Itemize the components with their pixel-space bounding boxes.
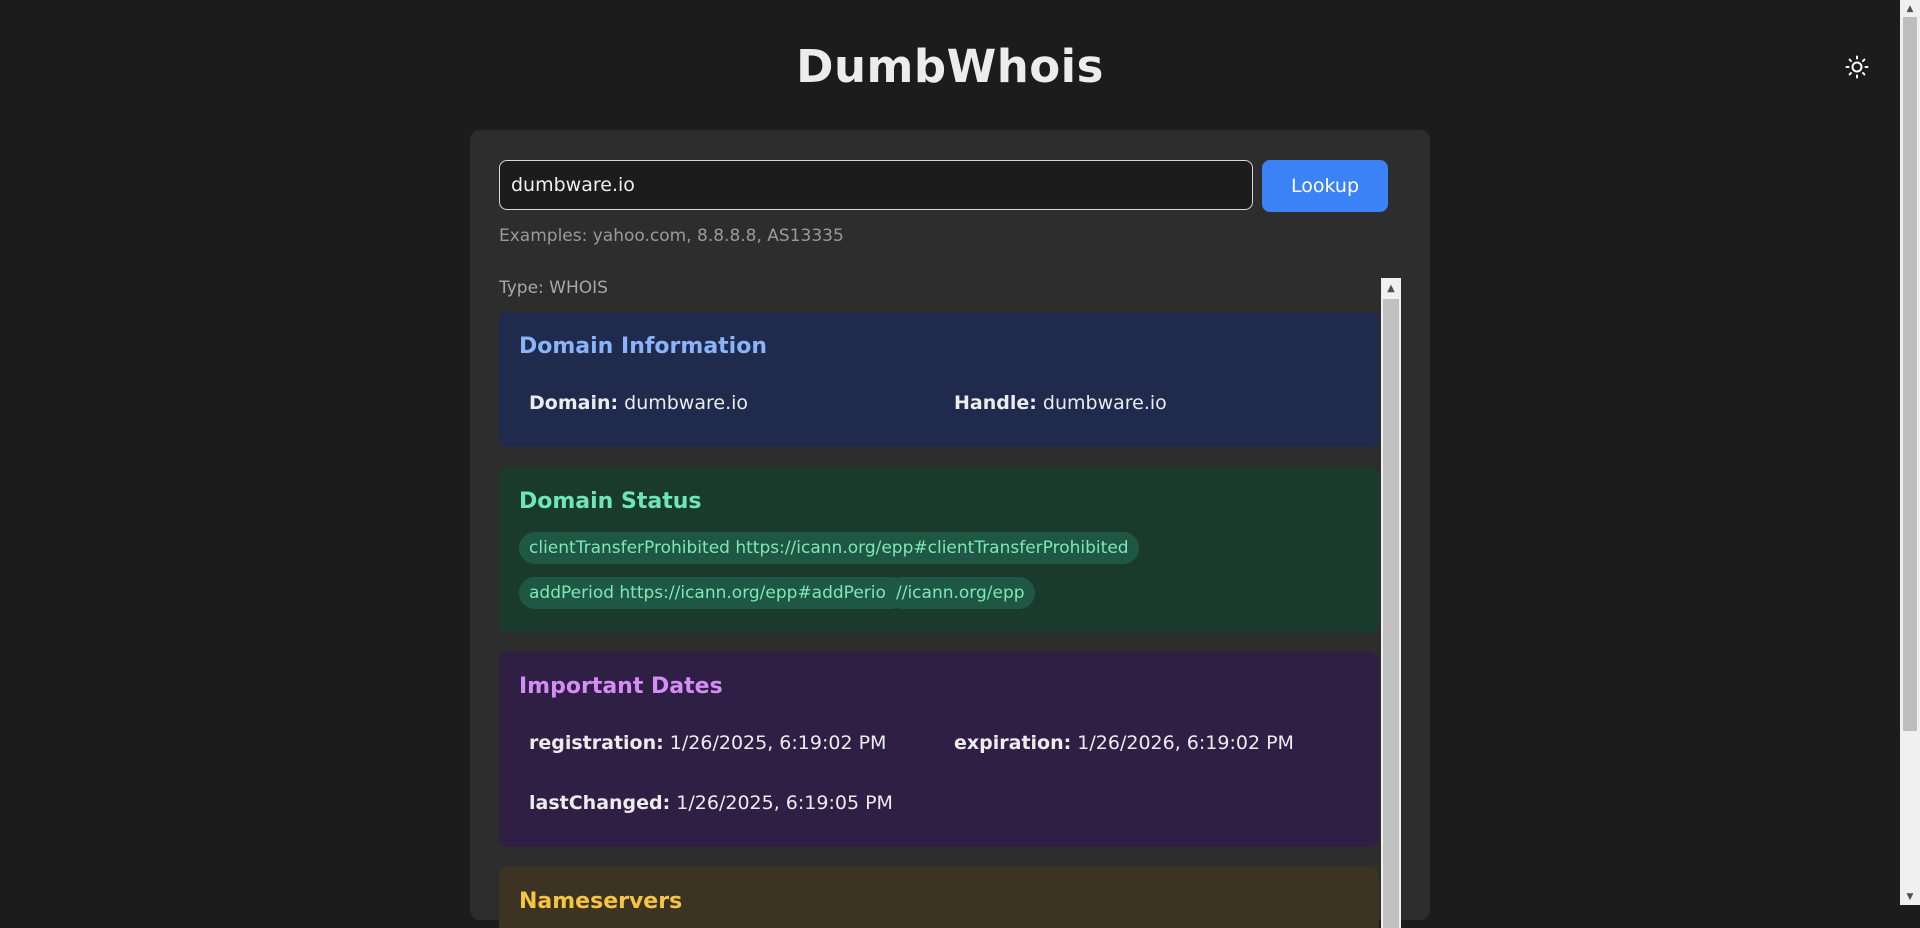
domain-field: Domain: dumbware.io [529, 392, 748, 414]
field-value: 1/26/2025, 6:19:02 PM [669, 732, 887, 754]
section-title: Domain Information [519, 334, 767, 359]
domain-status-section: Domain Status clientTransferProhibited h… [499, 467, 1379, 633]
lookup-button[interactable]: Lookup [1262, 160, 1388, 212]
page-scrollbar-thumb[interactable] [1903, 17, 1917, 731]
field-label: Domain: [529, 392, 619, 414]
app-title: DumbWhois [796, 40, 1104, 93]
status-badge: //icann.org/epp [886, 577, 1035, 609]
field-value: 1/26/2025, 6:19:05 PM [676, 792, 893, 814]
field-value: dumbware.io [624, 392, 749, 414]
scroll-up-arrow-icon[interactable]: ▲ [1381, 278, 1401, 298]
results-scrollbar[interactable]: ▲ [1381, 278, 1401, 928]
status-badge: clientTransferProhibited https://icann.o… [519, 532, 1139, 564]
scroll-up-arrow-icon[interactable]: ▲ [1900, 0, 1920, 17]
section-title: Domain Status [519, 489, 702, 514]
expiration-field: expiration: 1/26/2026, 6:19:02 PM [954, 732, 1294, 754]
results-panel[interactable]: Type: WHOIS Domain Information Domain: d… [499, 278, 1401, 928]
registration-field: registration: 1/26/2025, 6:19:02 PM [529, 732, 886, 754]
search-row: Lookup [499, 160, 1388, 212]
field-label: registration: [529, 732, 664, 754]
handle-field: Handle: dumbware.io [954, 392, 1167, 414]
status-badge: addPeriod https://icann.org/epp#addPerio… [519, 577, 907, 609]
result-type-label: Type: WHOIS [499, 278, 608, 298]
theme-toggle-button[interactable] [1840, 50, 1874, 84]
lookup-card: Lookup Examples: yahoo.com, 8.8.8.8, AS1… [470, 130, 1430, 928]
field-value: dumbware.io [1042, 392, 1167, 414]
field-label: expiration: [954, 732, 1072, 754]
page-scrollbar[interactable]: ▲ ▼ [1900, 0, 1920, 905]
sun-icon [1845, 55, 1869, 79]
last-changed-field: lastChanged: 1/26/2025, 6:19:05 PM [529, 792, 893, 814]
field-label: Handle: [954, 392, 1037, 414]
nameservers-section: Nameservers [499, 867, 1379, 928]
scroll-down-arrow-icon[interactable]: ▼ [1900, 888, 1920, 905]
domain-information-section: Domain Information Domain: dumbware.io H… [499, 312, 1379, 447]
search-input[interactable] [499, 160, 1253, 210]
important-dates-section: Important Dates registration: 1/26/2025,… [499, 652, 1379, 847]
section-title: Important Dates [519, 674, 723, 699]
examples-hint: Examples: yahoo.com, 8.8.8.8, AS13335 [499, 226, 844, 246]
field-value: 1/26/2026, 6:19:02 PM [1077, 732, 1294, 754]
scrollbar-thumb[interactable] [1383, 299, 1399, 928]
section-title: Nameservers [519, 889, 683, 914]
field-label: lastChanged: [529, 792, 671, 814]
